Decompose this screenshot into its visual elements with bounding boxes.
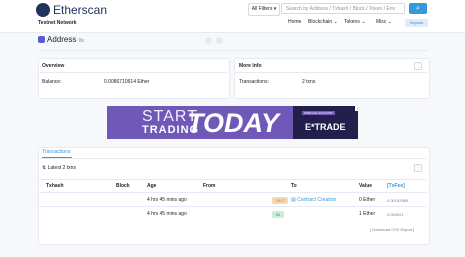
nav-tokens[interactable]: Tokens ⌄ — [344, 19, 365, 25]
column-header-to: To — [291, 183, 297, 189]
tx-age: 4 hrs 45 mins ago — [147, 211, 187, 217]
column-header-age: Age — [147, 183, 157, 189]
etherscan-logo-icon[interactable] — [36, 3, 50, 17]
tx-age: 4 hrs 45 mins ago — [147, 197, 187, 203]
divider — [39, 206, 427, 207]
more-options-icon[interactable]: ⋮ — [414, 62, 422, 70]
direction-badge: OUT — [272, 197, 289, 204]
ad-close-icon[interactable]: x — [355, 106, 358, 111]
qr-code-icon[interactable] — [216, 37, 223, 44]
divider — [38, 50, 428, 51]
search-icon: ⌕ — [416, 5, 420, 12]
more-options-icon[interactable]: ⋮ — [414, 164, 422, 172]
direction-badge: IN — [272, 211, 284, 218]
ad-cta: OPEN AN ACCOUNT — [302, 111, 335, 115]
contract-icon: ▤ — [291, 197, 296, 203]
more-info-title: More Info — [239, 63, 262, 69]
page-title-label: Address — [47, 35, 77, 44]
tx-value: 0 Ether — [359, 197, 376, 203]
tx-value: 1 Ether — [359, 211, 376, 217]
network-label: Testnet Network — [38, 20, 77, 26]
chevron-down-icon: ⌄ — [387, 19, 392, 25]
column-header-block: Block — [116, 183, 130, 189]
search-input[interactable]: Search by Address / Txhash / Block / Tok… — [281, 3, 405, 14]
column-header-from: From — [203, 183, 216, 189]
balance-label: Balance: — [42, 79, 62, 85]
ad-brand-logo: E*TRADE — [305, 122, 346, 132]
transactions-label: Transactions: — [239, 79, 269, 85]
tx-fee: 0.00152985 — [387, 198, 409, 203]
chevron-down-icon: ⌄ — [333, 19, 338, 25]
tx-summary-text: Latest 2 txns — [47, 165, 76, 171]
address-value: 0x — [78, 38, 84, 44]
nav-misc[interactable]: Misc ⌄ — [376, 19, 392, 25]
chevron-down-icon: ⌄ — [361, 19, 366, 25]
copy-icon[interactable] — [205, 37, 212, 44]
transactions-count: 2 txns — [302, 79, 316, 85]
divider — [39, 72, 227, 73]
filter-label: All Filters — [251, 6, 273, 12]
divider — [39, 158, 427, 159]
filter-dropdown[interactable]: All Filters ▾ — [248, 3, 280, 16]
tx-summary: ⇅ Latest 2 txns — [42, 165, 76, 171]
search-button[interactable]: ⌕ — [409, 3, 427, 14]
nav-blockchain-label: Blockchain — [308, 19, 333, 25]
column-header-value: Value — [359, 183, 373, 189]
balance-value: 0.0086710614 Ether — [104, 79, 150, 85]
nav-tokens-label: Tokens — [344, 19, 360, 25]
sort-icon: ⇅ — [42, 165, 47, 171]
overview-title: Overview — [42, 63, 65, 69]
tx-to[interactable]: ▤ Contract Creation — [291, 197, 336, 203]
nav-home[interactable]: Home — [288, 19, 301, 25]
tab-transactions[interactable]: Transactions — [42, 149, 70, 155]
address-avatar-icon — [38, 36, 45, 43]
ad-text-today: TODAY — [187, 108, 280, 138]
brand-name[interactable]: Etherscan — [53, 3, 107, 17]
download-csv-link[interactable]: [ Download CSV Export ] — [370, 227, 414, 232]
page-title: Address 0x — [47, 35, 84, 44]
divider — [39, 179, 427, 180]
tx-to-label: Contract Creation — [297, 197, 337, 203]
column-header-txfee[interactable]: [TxFee] — [387, 183, 405, 189]
divider — [235, 72, 427, 73]
divider — [39, 192, 427, 193]
nav-misc-label: Misc — [376, 19, 387, 25]
network-button[interactable]: Sepolia — [405, 19, 428, 27]
nav-blockchain[interactable]: Blockchain ⌄ — [308, 19, 338, 25]
ad-banner[interactable]: START TRADING TODAY OPEN AN ACCOUNT E*TR… — [107, 106, 358, 139]
column-header-txhash: Txhash — [46, 183, 64, 189]
tx-fee: 0.000021 — [387, 212, 404, 217]
